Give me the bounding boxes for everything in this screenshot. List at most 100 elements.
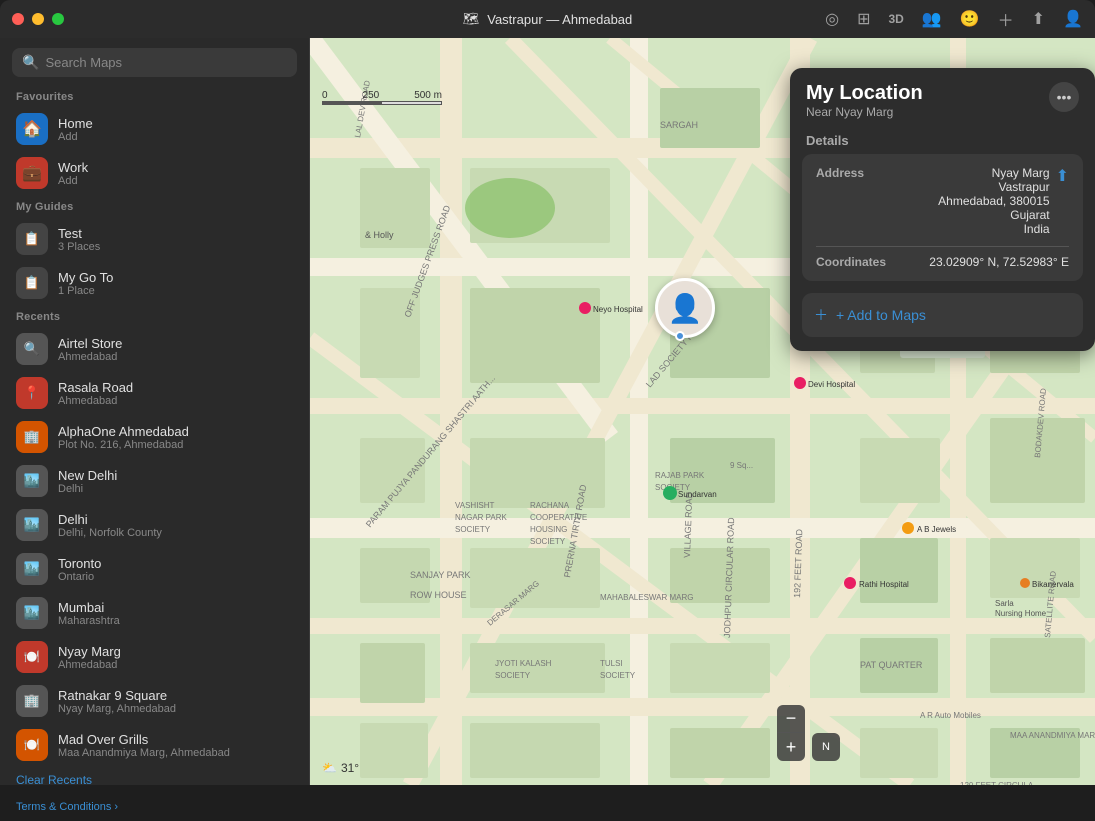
rasala-subtitle: Ahmedabad bbox=[58, 395, 133, 407]
alphaone-title: AlphaOne Ahmedabad bbox=[58, 424, 189, 439]
scale-0: 0 bbox=[322, 90, 328, 101]
test-icon: 📋 bbox=[16, 223, 48, 255]
zoom-controls: − + bbox=[777, 705, 805, 761]
popup-title: My Location bbox=[806, 82, 923, 105]
favourites-label: Favourites bbox=[0, 85, 309, 107]
rasala-title: Rasala Road bbox=[58, 380, 133, 395]
person-cluster-icon[interactable]: 👥 bbox=[922, 9, 942, 29]
delhi-icon: 🏙️ bbox=[16, 509, 48, 541]
map-area[interactable]: NYAY MARG LAD SOCIETY ROAD KADAMBARI MAR… bbox=[310, 38, 1095, 785]
svg-text:RAJAB PARK: RAJAB PARK bbox=[655, 471, 705, 480]
sidebar-item-newdelhi[interactable]: 🏙️ New Delhi Delhi bbox=[0, 459, 309, 503]
mumbai-subtitle: Maharashtra bbox=[58, 615, 120, 627]
search-input[interactable] bbox=[45, 55, 287, 70]
location-arrow-icon[interactable]: ◎ bbox=[825, 9, 839, 29]
sidebar-item-airtel[interactable]: 🔍 Airtel Store Ahmedabad bbox=[0, 327, 309, 371]
nyaymarg-subtitle: Ahmedabad bbox=[58, 659, 121, 671]
delhi-subtitle: Delhi, Norfolk County bbox=[58, 527, 162, 539]
temperature-value: 31° bbox=[341, 761, 359, 775]
scale-bar: 0 250 500 m bbox=[322, 90, 442, 105]
toronto-icon: 🏙️ bbox=[16, 553, 48, 585]
share-icon[interactable]: ⬆ bbox=[1032, 9, 1045, 29]
compass[interactable]: N bbox=[812, 733, 840, 761]
madover-title: Mad Over Grills bbox=[58, 732, 230, 747]
recents-label: Recents bbox=[0, 305, 309, 327]
popup-more-button[interactable]: ••• bbox=[1049, 82, 1079, 112]
clear-recents-button[interactable]: Clear Recents bbox=[0, 767, 309, 793]
map-icon: 🗺 bbox=[463, 11, 480, 27]
my-go-to-icon: 📋 bbox=[16, 267, 48, 299]
home-icon: 🏠 bbox=[16, 113, 48, 145]
svg-text:Devi Hospital: Devi Hospital bbox=[808, 380, 855, 389]
test-title: Test bbox=[58, 226, 100, 241]
scale-250: 250 bbox=[363, 90, 380, 101]
maximize-button[interactable] bbox=[52, 13, 64, 25]
title-bar: 🗺 Vastrapur — Ahmedabad ◎ ⊞ 3D 👥 🙂 ＋ ⬆ 👤 bbox=[0, 0, 1095, 38]
rasala-icon: 📍 bbox=[16, 377, 48, 409]
home-title: Home bbox=[58, 116, 93, 131]
traffic-lights bbox=[12, 13, 64, 25]
svg-text:SOCIETY: SOCIETY bbox=[600, 671, 636, 680]
svg-text:HOUSING: HOUSING bbox=[530, 525, 567, 534]
compass-label: N bbox=[822, 741, 830, 753]
popup-details-label: Details bbox=[790, 123, 1095, 154]
sidebar-item-test[interactable]: 📋 Test 3 Places bbox=[0, 217, 309, 261]
toolbar: ◎ ⊞ 3D 👥 🙂 ＋ ⬆ 👤 bbox=[825, 7, 1083, 31]
madover-subtitle: Maa Anandmiya Marg, Ahmedabad bbox=[58, 747, 230, 759]
map-view-icon[interactable]: ⊞ bbox=[857, 9, 870, 29]
profile-icon[interactable]: 👤 bbox=[1063, 9, 1083, 29]
sidebar-item-toronto[interactable]: 🏙️ Toronto Ontario bbox=[0, 547, 309, 591]
popup-subtitle: Near Nyay Marg bbox=[806, 105, 923, 119]
search-icon: 🔍 bbox=[22, 54, 39, 71]
popup-header: My Location Near Nyay Marg ••• bbox=[790, 68, 1095, 123]
zoom-plus-button[interactable]: + bbox=[777, 733, 805, 761]
work-subtitle: Add bbox=[58, 175, 88, 187]
work-icon: 💼 bbox=[16, 157, 48, 189]
minimize-button[interactable] bbox=[32, 13, 44, 25]
delhi-title: Delhi bbox=[58, 512, 162, 527]
newdelhi-icon: 🏙️ bbox=[16, 465, 48, 497]
svg-text:SOCIETY: SOCIETY bbox=[495, 671, 531, 680]
svg-text:COOPERATIVE: COOPERATIVE bbox=[530, 513, 587, 522]
sidebar-item-work[interactable]: 💼 Work Add bbox=[0, 151, 309, 195]
airtel-subtitle: Ahmedabad bbox=[58, 351, 122, 363]
my-go-to-subtitle: 1 Place bbox=[58, 285, 113, 297]
sidebar-item-ratnakar[interactable]: 🏢 Ratnakar 9 Square Nyay Marg, Ahmedabad bbox=[0, 679, 309, 723]
myguides-label: My Guides bbox=[0, 195, 309, 217]
newdelhi-subtitle: Delhi bbox=[58, 483, 117, 495]
3d-icon[interactable]: 3D bbox=[888, 12, 903, 26]
close-button[interactable] bbox=[12, 13, 24, 25]
svg-text:ROW HOUSE: ROW HOUSE bbox=[410, 590, 467, 600]
sidebar-item-mumbai[interactable]: 🏙️ Mumbai Maharashtra bbox=[0, 591, 309, 635]
newdelhi-title: New Delhi bbox=[58, 468, 117, 483]
madover-icon: 🍽️ bbox=[16, 729, 48, 761]
smiley-icon[interactable]: 🙂 bbox=[960, 9, 980, 29]
add-icon[interactable]: ＋ bbox=[998, 7, 1014, 31]
toronto-subtitle: Ontario bbox=[58, 571, 101, 583]
terms-conditions-link[interactable]: Terms & Conditions › bbox=[0, 793, 309, 821]
search-bar[interactable]: 🔍 bbox=[12, 48, 297, 77]
scale-numbers: 0 250 500 m bbox=[322, 90, 442, 101]
zoom-minus-button[interactable]: − bbox=[777, 705, 805, 733]
sidebar-item-home[interactable]: 🏠 Home Add bbox=[0, 107, 309, 151]
temperature-display: ⛅ 31° bbox=[322, 761, 359, 775]
scale-line bbox=[322, 101, 442, 105]
location-popup: My Location Near Nyay Marg ••• Details A… bbox=[790, 68, 1095, 351]
user-avatar-marker: 👤 bbox=[655, 278, 715, 338]
svg-text:MAHABALESWAR MARG: MAHABALESWAR MARG bbox=[600, 593, 694, 602]
svg-text:PAT QUARTER: PAT QUARTER bbox=[860, 660, 923, 670]
svg-text:& Holly: & Holly bbox=[365, 230, 394, 240]
sidebar-item-nyaymarg[interactable]: 🍽️ Nyay Marg Ahmedabad bbox=[0, 635, 309, 679]
window-title: 🗺 Vastrapur — Ahmedabad bbox=[463, 11, 633, 27]
mumbai-icon: 🏙️ bbox=[16, 597, 48, 629]
sidebar-item-my-go-to[interactable]: 📋 My Go To 1 Place bbox=[0, 261, 309, 305]
home-subtitle: Add bbox=[58, 131, 93, 143]
svg-text:A R Auto Mobiles: A R Auto Mobiles bbox=[920, 711, 981, 720]
share-address-icon[interactable]: ⬆ bbox=[1056, 166, 1069, 186]
sidebar-item-rasala[interactable]: 📍 Rasala Road Ahmedabad bbox=[0, 371, 309, 415]
sidebar-item-delhi[interactable]: 🏙️ Delhi Delhi, Norfolk County bbox=[0, 503, 309, 547]
alphaone-icon: 🏢 bbox=[16, 421, 48, 453]
sidebar-item-madover[interactable]: 🍽️ Mad Over Grills Maa Anandmiya Marg, A… bbox=[0, 723, 309, 767]
sidebar-item-alphaone[interactable]: 🏢 AlphaOne Ahmedabad Plot No. 216, Ahmed… bbox=[0, 415, 309, 459]
add-to-maps-button[interactable]: ＋ + Add to Maps bbox=[802, 293, 1083, 337]
